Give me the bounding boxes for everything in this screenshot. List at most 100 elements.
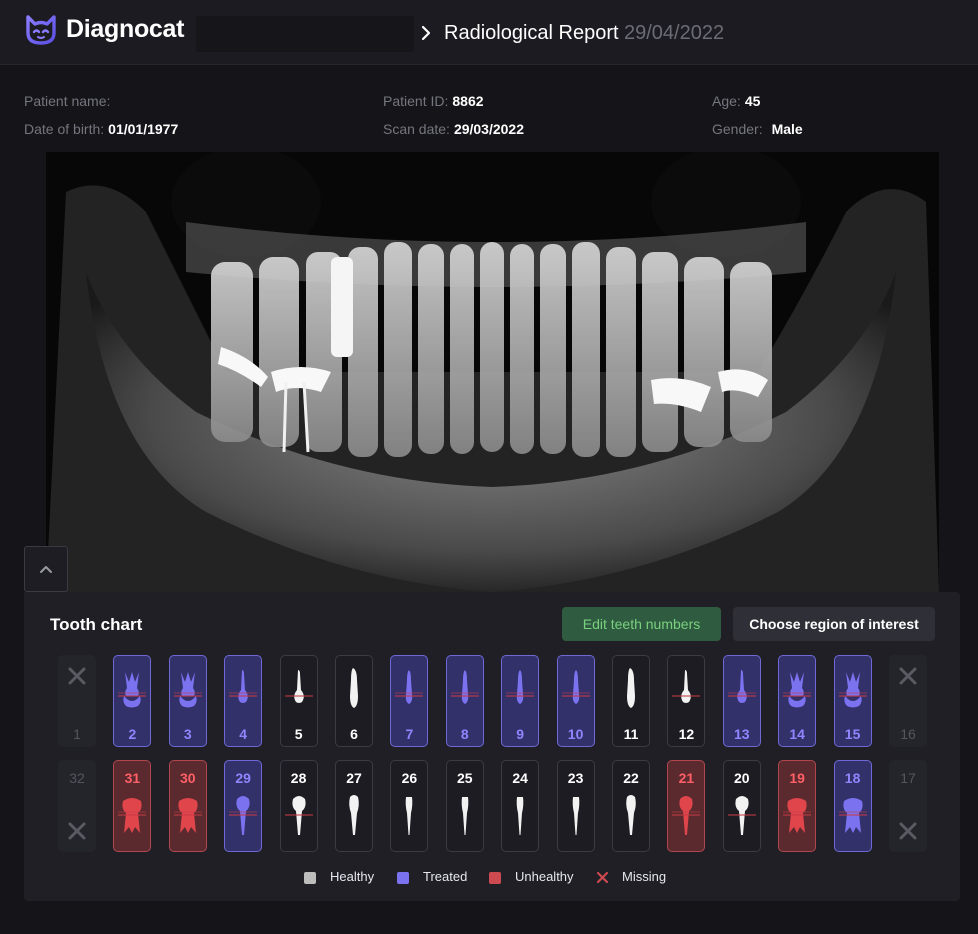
tooth-20[interactable]: 20 xyxy=(722,760,761,852)
tooth-incisor-icon xyxy=(395,670,424,704)
tooth-number: 15 xyxy=(844,726,861,742)
panoramic-xray-image[interactable] xyxy=(46,152,939,592)
tooth-number: 9 xyxy=(516,726,525,742)
tooth-number: 13 xyxy=(734,726,750,742)
tooth-16[interactable]: 16 xyxy=(889,655,927,747)
age-label: Age: xyxy=(712,93,741,109)
tooth-incisor-icon xyxy=(450,670,479,704)
tooth-number: 17 xyxy=(900,770,916,786)
tooth-19[interactable]: 19 xyxy=(778,760,817,852)
tooth-premolar-icon xyxy=(727,796,756,835)
tooth-8[interactable]: 8 xyxy=(445,655,484,747)
tooth-21[interactable]: 21 xyxy=(667,760,706,852)
tooth-chart-title: Tooth chart xyxy=(50,615,143,634)
legend-healthy-label: Healthy xyxy=(330,869,375,884)
tooth-molar-icon xyxy=(838,798,867,833)
tooth-number: 6 xyxy=(350,726,358,742)
tooth-premolar-icon xyxy=(284,670,313,703)
scan-date-label: Scan date: xyxy=(383,121,450,137)
tooth-incisor-icon xyxy=(516,797,524,835)
tooth-28[interactable]: 28 xyxy=(279,760,318,852)
tooth-17[interactable]: 17 xyxy=(889,760,927,852)
tooth-number: 1 xyxy=(73,726,81,742)
tooth-10[interactable]: 10 xyxy=(556,655,595,747)
x-mark-icon xyxy=(68,822,86,840)
gender-value: Male xyxy=(771,121,803,137)
tooth-number: 27 xyxy=(346,770,362,786)
tooth-number: 32 xyxy=(69,770,85,786)
tooth-12[interactable]: 12 xyxy=(667,655,706,747)
tooth-number: 19 xyxy=(789,770,805,786)
tooth-7[interactable]: 7 xyxy=(390,655,429,747)
tooth-molar-icon xyxy=(783,798,812,833)
tooth-11[interactable]: 11 xyxy=(612,655,650,747)
tooth-molar-icon xyxy=(783,672,812,708)
tooth-number: 11 xyxy=(623,726,639,742)
tooth-incisor-icon xyxy=(461,797,469,835)
tooth-1[interactable]: 1 xyxy=(58,655,96,747)
tooth-number: 24 xyxy=(512,770,528,786)
tooth-incisor-icon xyxy=(561,670,590,704)
tooth-number: 7 xyxy=(405,726,414,742)
tooth-9[interactable]: 9 xyxy=(501,655,540,747)
top-bar: Diagnocat Radiological Report 29/04/2022 xyxy=(0,0,978,65)
tooth-23[interactable]: 23 xyxy=(556,760,595,852)
tooth-number: 31 xyxy=(124,770,141,786)
tooth-29[interactable]: 29 xyxy=(224,760,263,852)
tooth-number: 26 xyxy=(401,770,418,786)
tooth-15[interactable]: 15 xyxy=(833,655,872,747)
tooth-incisor-icon xyxy=(406,797,413,835)
edit-teeth-numbers-button[interactable]: Edit teeth numbers xyxy=(562,607,721,641)
age-value: 45 xyxy=(744,93,761,109)
tooth-30[interactable]: 30 xyxy=(168,760,207,852)
tooth-22[interactable]: 22 xyxy=(612,760,650,852)
chevron-up-icon xyxy=(40,566,52,573)
tooth-number: 14 xyxy=(789,726,805,742)
tooth-number: 20 xyxy=(734,770,750,786)
tooth-3[interactable]: 3 xyxy=(168,655,207,747)
tooth-premolar-icon xyxy=(284,796,313,835)
patient-id-value: 8862 xyxy=(452,93,484,109)
tooth-24[interactable]: 24 xyxy=(501,760,540,852)
tooth-number: 30 xyxy=(180,770,196,786)
patient-id-label: Patient ID: xyxy=(383,93,449,109)
legend-missing-label: Missing xyxy=(622,869,667,884)
patient-id-row: Patient ID: 8862 xyxy=(383,93,484,109)
tooth-32[interactable]: 32 xyxy=(58,760,96,852)
tooth-number: 8 xyxy=(460,726,469,742)
tooth-number: 25 xyxy=(457,770,473,786)
tooth-25[interactable]: 25 xyxy=(445,760,484,852)
x-mark-icon xyxy=(68,667,86,685)
tooth-premolar-icon xyxy=(727,670,756,703)
tooth-number: 29 xyxy=(235,770,251,786)
healthy-legend-swatch xyxy=(304,872,316,884)
patient-name-row: Patient name: xyxy=(24,93,114,109)
dob-label: Date of birth: xyxy=(24,121,105,137)
tooth-27[interactable]: 27 xyxy=(335,760,373,852)
tooth-26[interactable]: 26 xyxy=(390,760,429,852)
legend-unhealthy-label: Unhealthy xyxy=(515,869,574,884)
tooth-14[interactable]: 14 xyxy=(778,655,817,747)
x-mark-icon xyxy=(899,667,917,685)
tooth-18[interactable]: 18 xyxy=(833,760,872,852)
tooth-5[interactable]: 5 xyxy=(279,655,318,747)
choose-region-of-interest-button[interactable]: Choose region of interest xyxy=(733,607,935,641)
tooth-number: 4 xyxy=(239,726,248,742)
tooth-4[interactable]: 4 xyxy=(224,655,263,747)
unhealthy-legend-swatch xyxy=(489,872,501,884)
dob-value: 01/01/1977 xyxy=(108,121,179,137)
collapse-button[interactable] xyxy=(24,546,68,592)
tooth-2[interactable]: 2 xyxy=(113,655,152,747)
tooth-canine-icon xyxy=(350,668,358,708)
xray-graphic xyxy=(46,152,939,592)
treated-legend-swatch xyxy=(397,872,409,884)
diagnocat-logo-icon[interactable] xyxy=(24,13,58,47)
tooth-13[interactable]: 13 xyxy=(722,655,761,747)
tooth-premolar-icon xyxy=(672,796,701,835)
tooth-number: 21 xyxy=(678,770,695,786)
tooth-premolar-icon xyxy=(229,796,258,835)
tooth-6[interactable]: 6 xyxy=(335,655,373,747)
tooth-31[interactable]: 31 xyxy=(113,760,152,852)
gender-label: Gender: xyxy=(712,121,763,137)
scan-date-value: 29/03/2022 xyxy=(453,121,525,137)
